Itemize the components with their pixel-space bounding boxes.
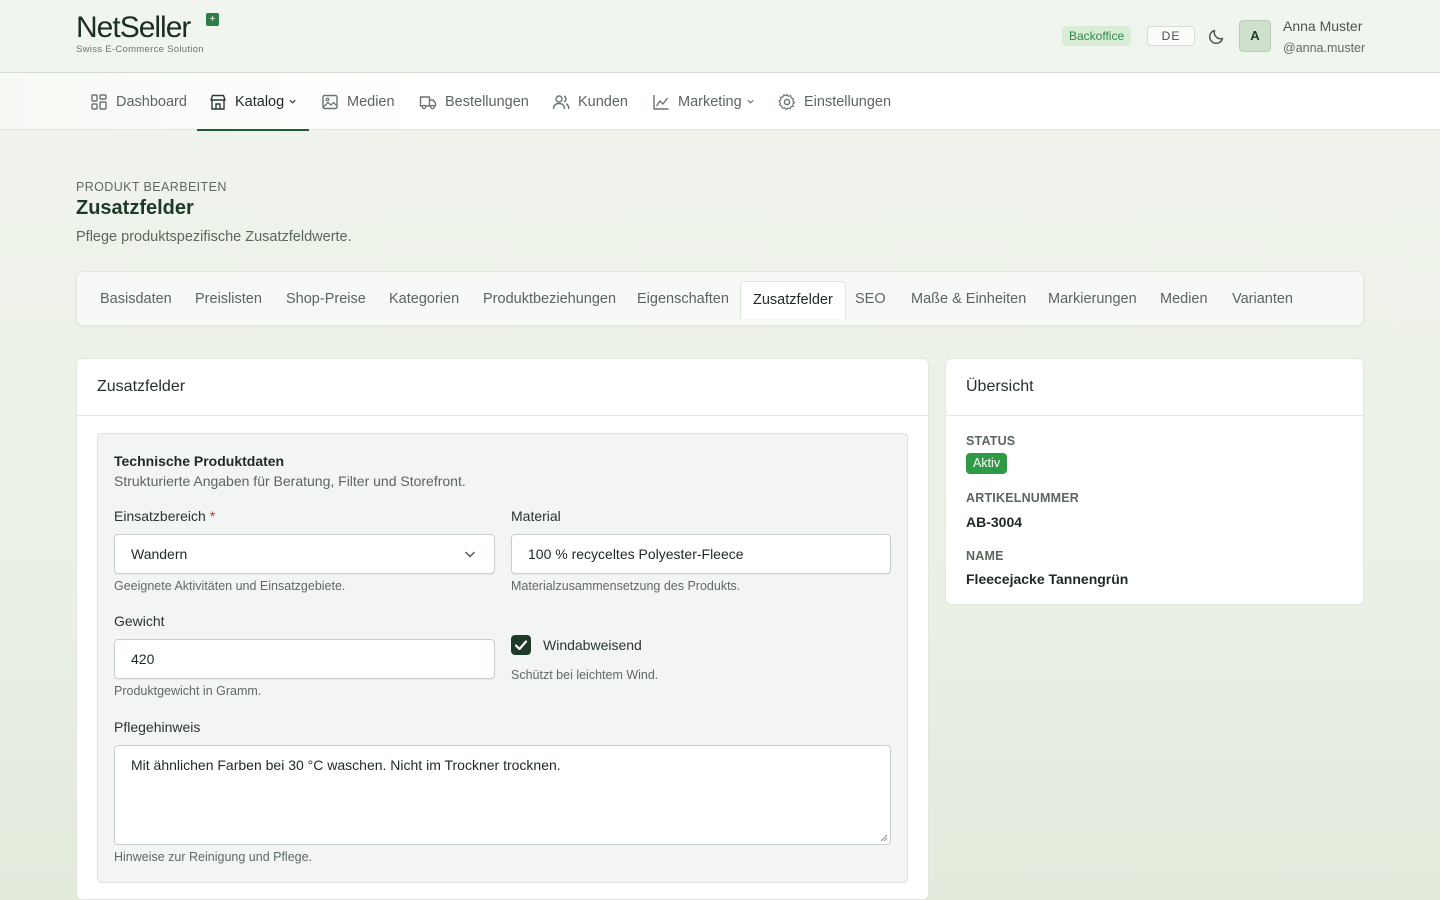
chart-icon [653, 94, 669, 110]
tab-varianten[interactable]: Varianten [1220, 281, 1305, 318]
einsatzbereich-hint: Geeignete Aktivitäten und Einsatzgebiete… [114, 579, 346, 593]
tab-medien[interactable]: Medien [1148, 281, 1220, 318]
tab-shop-preise[interactable]: Shop-Preise [274, 281, 378, 318]
material-input[interactable]: 100 % recyceltes Polyester-Fleece [511, 534, 891, 574]
windabweisend-hint: Schützt bei leichtem Wind. [511, 668, 659, 682]
pflegehinweis-label: Pflegehinweis [114, 719, 201, 735]
users-icon [552, 94, 570, 109]
user-handle: @anna.muster [1283, 41, 1366, 55]
page-eyebrow: PRODUKT BEARBEITEN [76, 180, 227, 194]
sku-label: ARTIKELNUMMER [966, 491, 1080, 505]
dark-mode-toggle-icon[interactable] [1207, 26, 1227, 46]
group-title: Technische Produktdaten [114, 453, 285, 469]
top-bar: NetSeller + Swiss E-Commerce Solution Ba… [0, 0, 1440, 73]
pflegehinweis-hint: Hinweise zur Reinigung und Pflege. [114, 850, 313, 864]
page-subtitle: Pflege produktspezifische Zusatzfeldwert… [76, 229, 352, 245]
material-hint: Materialzusammensetzung des Produkts. [511, 579, 741, 593]
checkmark-icon [514, 640, 528, 651]
logo-wordmark: NetSeller [76, 11, 191, 44]
logo-leaf-icon: + [206, 13, 219, 26]
nav-item-einstellungen[interactable]: Einstellungen [778, 73, 891, 130]
einsatzbereich-select[interactable]: Wandern [114, 534, 495, 574]
nav-item-marketing[interactable]: Marketing [652, 73, 755, 130]
name-label: NAME [966, 549, 1004, 563]
main-navigation: Dashboard Katalog Medien Bestellungen Ku… [0, 73, 1440, 131]
page-title: Zusatzfelder [76, 197, 194, 219]
card-title: Zusatzfelder [77, 359, 928, 416]
nav-item-dashboard[interactable]: Dashboard [90, 73, 187, 130]
dashboard-icon [91, 93, 107, 110]
nav-label: Kunden [578, 93, 628, 110]
logo-tagline: Swiss E-Commerce Solution [76, 44, 204, 55]
store-icon [210, 94, 226, 110]
select-value: Wandern [131, 546, 188, 562]
textarea-value: Mit ähnlichen Farben bei 30 °C waschen. … [131, 757, 561, 773]
tab-markierungen[interactable]: Markierungen [1036, 281, 1149, 318]
windabweisend-label[interactable]: Windabweisend [543, 637, 642, 653]
gear-icon [778, 93, 796, 110]
field-group-technical-data: Technische Produktdaten Strukturierte An… [97, 433, 908, 883]
nav-item-kunden[interactable]: Kunden [552, 73, 628, 130]
tab-seo[interactable]: SEO [843, 281, 898, 318]
nav-item-bestellungen[interactable]: Bestellungen [419, 73, 529, 130]
gewicht-label: Gewicht [114, 613, 165, 629]
environment-badge: Backoffice [1062, 26, 1132, 46]
tab-basisdaten[interactable]: Basisdaten [88, 281, 184, 318]
material-label: Material [511, 508, 561, 524]
truck-icon [419, 95, 437, 109]
custom-fields-card: Zusatzfelder Technische Produktdaten Str… [76, 358, 929, 900]
tab-eigenschaften[interactable]: Eigenschaften [625, 281, 741, 318]
resize-handle-icon[interactable] [880, 834, 888, 842]
tab-preislisten[interactable]: Preislisten [183, 281, 274, 318]
image-icon [322, 94, 338, 109]
overview-card: Übersicht STATUS Aktiv ARTIKELNUMMER AB-… [945, 358, 1364, 605]
tab-kategorien[interactable]: Kategorien [377, 281, 471, 318]
chevron-down-icon [465, 551, 475, 558]
nav-item-medien[interactable]: Medien [321, 73, 395, 130]
product-tabs: Basisdaten Preislisten Shop-Preise Kateg… [76, 271, 1364, 326]
chevron-down-icon [747, 99, 754, 104]
nav-label: Medien [347, 93, 395, 110]
gewicht-hint: Produktgewicht in Gramm. [114, 684, 262, 698]
group-description: Strukturierte Angaben für Beratung, Filt… [114, 473, 466, 489]
nav-label: Dashboard [116, 93, 187, 110]
product-name-value: Fleecejacke Tannengrün [966, 571, 1129, 587]
user-name: Anna Muster [1283, 18, 1363, 34]
nav-label: Einstellungen [804, 93, 892, 110]
language-switch-button[interactable]: DE [1147, 26, 1195, 46]
gewicht-input[interactable]: 420 [114, 639, 495, 679]
windabweisend-checkbox[interactable] [511, 635, 531, 655]
tab-masse-einheiten[interactable]: Maße & Einheiten [899, 281, 1038, 318]
tab-produktbeziehungen[interactable]: Produktbeziehungen [471, 281, 628, 318]
nav-label: Katalog [235, 93, 285, 110]
avatar[interactable]: A [1239, 20, 1271, 52]
status-badge: Aktiv [966, 453, 1008, 474]
nav-label: Bestellungen [445, 93, 529, 110]
nav-item-katalog[interactable]: Katalog [196, 73, 310, 131]
status-label: STATUS [966, 434, 1016, 448]
netseller-logo[interactable]: NetSeller + Swiss E-Commerce Solution [76, 12, 226, 58]
overview-title: Übersicht [946, 359, 1363, 416]
einsatzbereich-label: Einsatzbereich * [114, 508, 216, 524]
nav-label: Marketing [678, 93, 742, 110]
sku-value: AB-3004 [966, 514, 1023, 530]
tab-zusatzfelder[interactable]: Zusatzfelder [740, 281, 846, 319]
chevron-down-icon [289, 99, 296, 104]
required-marker: * [209, 508, 216, 524]
pflegehinweis-textarea[interactable]: Mit ähnlichen Farben bei 30 °C waschen. … [114, 745, 891, 845]
